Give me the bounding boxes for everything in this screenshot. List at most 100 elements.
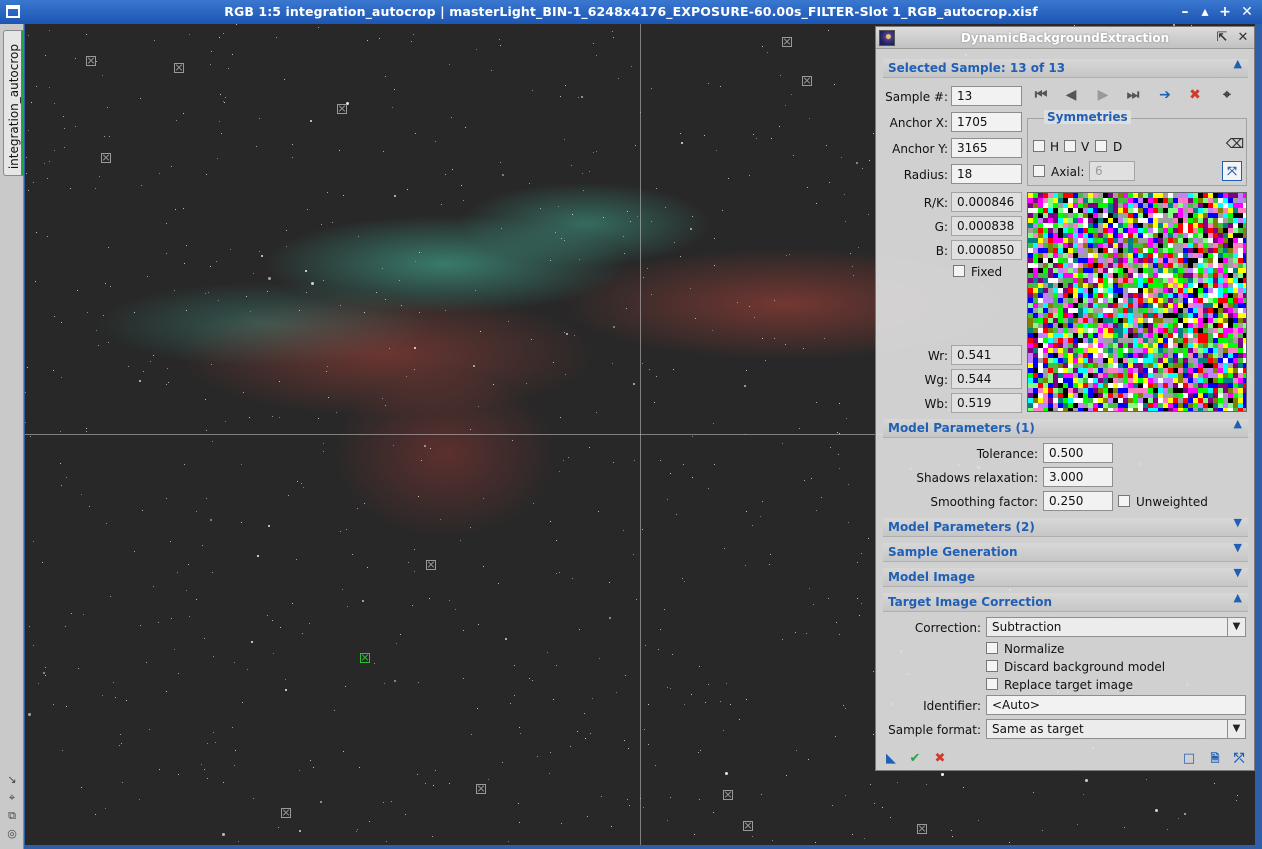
section-collapsed-arrow-icon[interactable]: ▼ [1234, 542, 1242, 553]
star [212, 441, 213, 442]
background-sample-marker[interactable] [917, 824, 927, 834]
target-icon[interactable]: ◎ [6, 828, 18, 840]
star [791, 94, 792, 95]
document-icon[interactable]: 🗎 [1207, 751, 1223, 767]
star [566, 333, 568, 335]
normalize-checkbox[interactable] [986, 642, 998, 654]
smoothing-factor-field[interactable]: 0.250 [1043, 491, 1113, 511]
go-to-sample-icon[interactable]: ➔ [1154, 85, 1176, 105]
background-sample-marker[interactable] [782, 37, 792, 47]
background-sample-marker[interactable] [476, 784, 486, 794]
reset-icon[interactable]: ⤱ [1231, 751, 1247, 767]
section-selected-sample[interactable]: Selected Sample: 13 of 13 ▲ [883, 58, 1248, 78]
star [230, 249, 231, 250]
star [31, 102, 32, 103]
section-model-parameters-1[interactable]: Model Parameters (1) ▲ [883, 418, 1248, 438]
anchor-y-field[interactable]: 3165 [951, 138, 1022, 158]
shadows-relaxation-field[interactable]: 3.000 [1043, 467, 1113, 487]
background-sample-marker[interactable] [337, 104, 347, 114]
identifier-field[interactable]: <Auto> [986, 695, 1246, 715]
star [30, 436, 31, 437]
background-sample-marker[interactable] [174, 63, 184, 73]
unweighted-checkbox[interactable] [1118, 495, 1130, 507]
symmetry-d-checkbox[interactable] [1095, 140, 1107, 152]
star [809, 118, 810, 119]
arrow-icon[interactable]: ↘ [6, 774, 18, 786]
section-collapsed-arrow-icon[interactable]: ▼ [1234, 567, 1242, 578]
tolerance-field[interactable]: 0.500 [1043, 443, 1113, 463]
star [204, 769, 205, 770]
axial-tool-icon[interactable]: ⤧ [1222, 161, 1242, 181]
background-sample-marker[interactable] [802, 76, 812, 86]
sample-number-field[interactable]: 13 [951, 86, 1022, 106]
clear-symmetries-icon[interactable]: ⌫ [1224, 135, 1246, 155]
background-sample-marker[interactable] [723, 790, 733, 800]
replace-target-checkbox[interactable] [986, 678, 998, 690]
crosshair-icon[interactable]: ⌖ [6, 792, 18, 804]
sample-format-select[interactable]: Same as target ▼ [986, 719, 1246, 739]
star [119, 745, 120, 746]
star [612, 363, 613, 364]
background-sample-marker[interactable] [426, 560, 436, 570]
close-button[interactable]: ✕ [1238, 3, 1256, 21]
star [149, 729, 150, 730]
browse-documentation-icon[interactable]: □ [1181, 751, 1197, 767]
star [514, 695, 515, 696]
background-sample-marker[interactable] [743, 821, 753, 831]
panel-close-button[interactable]: ✕ [1235, 30, 1251, 46]
crosshair-icon[interactable]: ⌖ [1216, 85, 1238, 105]
background-sample-marker[interactable] [86, 56, 96, 66]
star [681, 142, 683, 144]
cancel-icon[interactable]: ✖ [932, 751, 948, 767]
radius-field[interactable]: 18 [951, 164, 1022, 184]
star [61, 377, 62, 378]
panel-titlebar[interactable]: DynamicBackgroundExtraction ⇱ ✕ [876, 27, 1254, 49]
g-label: G: [934, 220, 948, 234]
minimize-button[interactable]: – [1176, 3, 1194, 21]
star [210, 64, 211, 65]
new-instance-icon[interactable]: ◣ [883, 751, 899, 767]
anchor-x-field[interactable]: 1705 [951, 112, 1022, 132]
shade-button[interactable]: ▴ [1196, 3, 1214, 21]
star [670, 473, 671, 474]
copy-icon[interactable]: ⧉ [6, 810, 18, 822]
background-sample-marker[interactable] [101, 153, 111, 163]
previous-sample-icon[interactable]: ◀ [1060, 85, 1082, 105]
image-view-tab[interactable]: integration_autocrop [3, 30, 24, 176]
maximize-button[interactable]: + [1216, 3, 1234, 21]
star [583, 190, 584, 191]
selected-sample-marker[interactable] [360, 653, 370, 663]
axial-spinbox[interactable]: 6 [1089, 161, 1135, 181]
star [234, 765, 235, 766]
star [81, 787, 82, 788]
next-sample-icon[interactable]: ▶ [1092, 85, 1114, 105]
symmetry-h-checkbox[interactable] [1033, 140, 1045, 152]
section-expanded-arrow-icon[interactable]: ▲ [1234, 418, 1242, 429]
section-target-image-correction[interactable]: Target Image Correction ▲ [883, 592, 1248, 612]
section-model-parameters-2[interactable]: Model Parameters (2) ▼ [883, 517, 1248, 537]
star [36, 86, 37, 87]
panel-collapse-button[interactable]: ⇱ [1214, 30, 1230, 46]
star [739, 719, 740, 720]
star [297, 481, 298, 482]
star [762, 501, 763, 502]
delete-sample-icon[interactable]: ✖ [1184, 85, 1206, 105]
section-expanded-arrow-icon[interactable]: ▲ [1234, 592, 1242, 603]
first-sample-icon[interactable]: ⏮ [1030, 85, 1052, 105]
section-model-image[interactable]: Model Image ▼ [883, 567, 1248, 587]
section-sample-generation[interactable]: Sample Generation ▼ [883, 542, 1248, 562]
correction-select[interactable]: Subtraction ▼ [986, 617, 1246, 637]
discard-background-checkbox[interactable] [986, 660, 998, 672]
axial-checkbox[interactable] [1033, 165, 1045, 177]
execute-icon[interactable]: ✔ [907, 751, 923, 767]
star [81, 494, 82, 495]
fixed-checkbox[interactable] [953, 265, 965, 277]
last-sample-icon[interactable]: ⏭ [1122, 85, 1144, 105]
symmetry-v-checkbox[interactable] [1064, 140, 1076, 152]
star [828, 598, 829, 599]
section-expanded-arrow-icon[interactable]: ▲ [1234, 58, 1242, 69]
image-window-titlebar[interactable]: RGB 1:5 integration_autocrop | masterLig… [0, 0, 1262, 24]
background-sample-marker[interactable] [281, 808, 291, 818]
section-collapsed-arrow-icon[interactable]: ▼ [1234, 517, 1242, 528]
star [60, 463, 61, 464]
